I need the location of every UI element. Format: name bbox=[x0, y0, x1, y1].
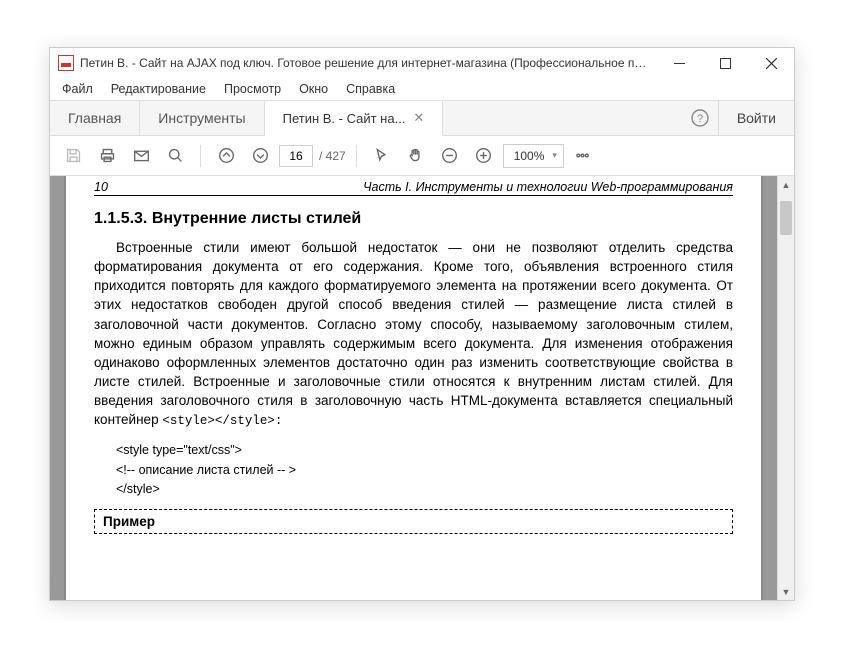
section-heading: 1.1.5.3. Внутренние листы стилей bbox=[94, 210, 733, 228]
vertical-scrollbar[interactable]: ▲ ▼ bbox=[777, 176, 794, 600]
email-button[interactable] bbox=[126, 141, 156, 171]
menu-help[interactable]: Справка bbox=[338, 80, 403, 98]
left-gutter bbox=[50, 176, 64, 600]
scroll-up-button[interactable]: ▲ bbox=[778, 176, 794, 193]
zoom-value: 100% bbox=[514, 149, 545, 163]
close-button[interactable] bbox=[748, 48, 794, 78]
page-number: 10 bbox=[94, 180, 108, 194]
example-box: Пример bbox=[94, 509, 733, 534]
tab-tools[interactable]: Инструменты bbox=[140, 101, 264, 135]
select-tool-button[interactable] bbox=[367, 141, 397, 171]
page-total: / 427 bbox=[319, 149, 346, 163]
running-head: Часть I. Инструменты и технологии Web-пр… bbox=[363, 180, 733, 194]
pdf-page: 10 Часть I. Инструменты и технологии Web… bbox=[66, 176, 761, 600]
save-button[interactable] bbox=[58, 141, 88, 171]
zoom-select[interactable]: 100% ▾ bbox=[503, 144, 564, 168]
chevron-down-icon: ▾ bbox=[552, 150, 557, 161]
body-paragraph: Встроенные стили имеют большой недостато… bbox=[94, 238, 733, 431]
page-up-button[interactable] bbox=[211, 141, 241, 171]
tab-close-icon[interactable]: ✕ bbox=[413, 110, 424, 126]
svg-text:?: ? bbox=[697, 113, 703, 125]
page-current-input[interactable] bbox=[279, 145, 313, 167]
pdf-file-icon bbox=[58, 55, 74, 71]
search-button[interactable] bbox=[160, 141, 190, 171]
maximize-button[interactable] bbox=[702, 48, 748, 78]
minimize-button[interactable] bbox=[656, 48, 702, 78]
menu-window[interactable]: Окно bbox=[291, 80, 336, 98]
scroll-track[interactable] bbox=[778, 193, 794, 583]
help-button[interactable]: ? bbox=[682, 101, 718, 135]
page-down-button[interactable] bbox=[245, 141, 275, 171]
print-button[interactable] bbox=[92, 141, 122, 171]
hand-tool-button[interactable] bbox=[401, 141, 431, 171]
window-title: Петин В. - Сайт на AJAX под ключ. Готово… bbox=[80, 56, 656, 70]
tab-document[interactable]: Петин В. - Сайт на... ✕ bbox=[265, 101, 444, 136]
tabbar: Главная Инструменты Петин В. - Сайт на..… bbox=[50, 100, 794, 136]
right-gutter bbox=[763, 176, 777, 600]
pdf-reader-window: Петин В. - Сайт на AJAX под ключ. Готово… bbox=[49, 47, 795, 601]
page-navigator: / 427 bbox=[279, 145, 346, 167]
toolbar: / 427 100% ▾ bbox=[50, 136, 794, 176]
menu-file[interactable]: Файл bbox=[54, 80, 101, 98]
scroll-down-button[interactable]: ▼ bbox=[778, 583, 794, 600]
code-block: <style type="text/css"> <!-- описание ли… bbox=[116, 441, 733, 499]
scroll-thumb[interactable] bbox=[780, 201, 792, 235]
menu-edit[interactable]: Редактирование bbox=[103, 80, 214, 98]
tab-home[interactable]: Главная bbox=[50, 101, 140, 135]
menubar: Файл Редактирование Просмотр Окно Справк… bbox=[50, 78, 794, 100]
zoom-in-button[interactable] bbox=[469, 141, 499, 171]
menu-view[interactable]: Просмотр bbox=[216, 80, 289, 98]
titlebar: Петин В. - Сайт на AJAX под ключ. Готово… bbox=[50, 48, 794, 78]
more-tools-button[interactable] bbox=[568, 141, 598, 171]
tab-document-label: Петин В. - Сайт на... bbox=[283, 111, 406, 126]
document-viewport: 10 Часть I. Инструменты и технологии Web… bbox=[50, 176, 794, 600]
login-button[interactable]: Войти bbox=[718, 101, 794, 135]
zoom-out-button[interactable] bbox=[435, 141, 465, 171]
